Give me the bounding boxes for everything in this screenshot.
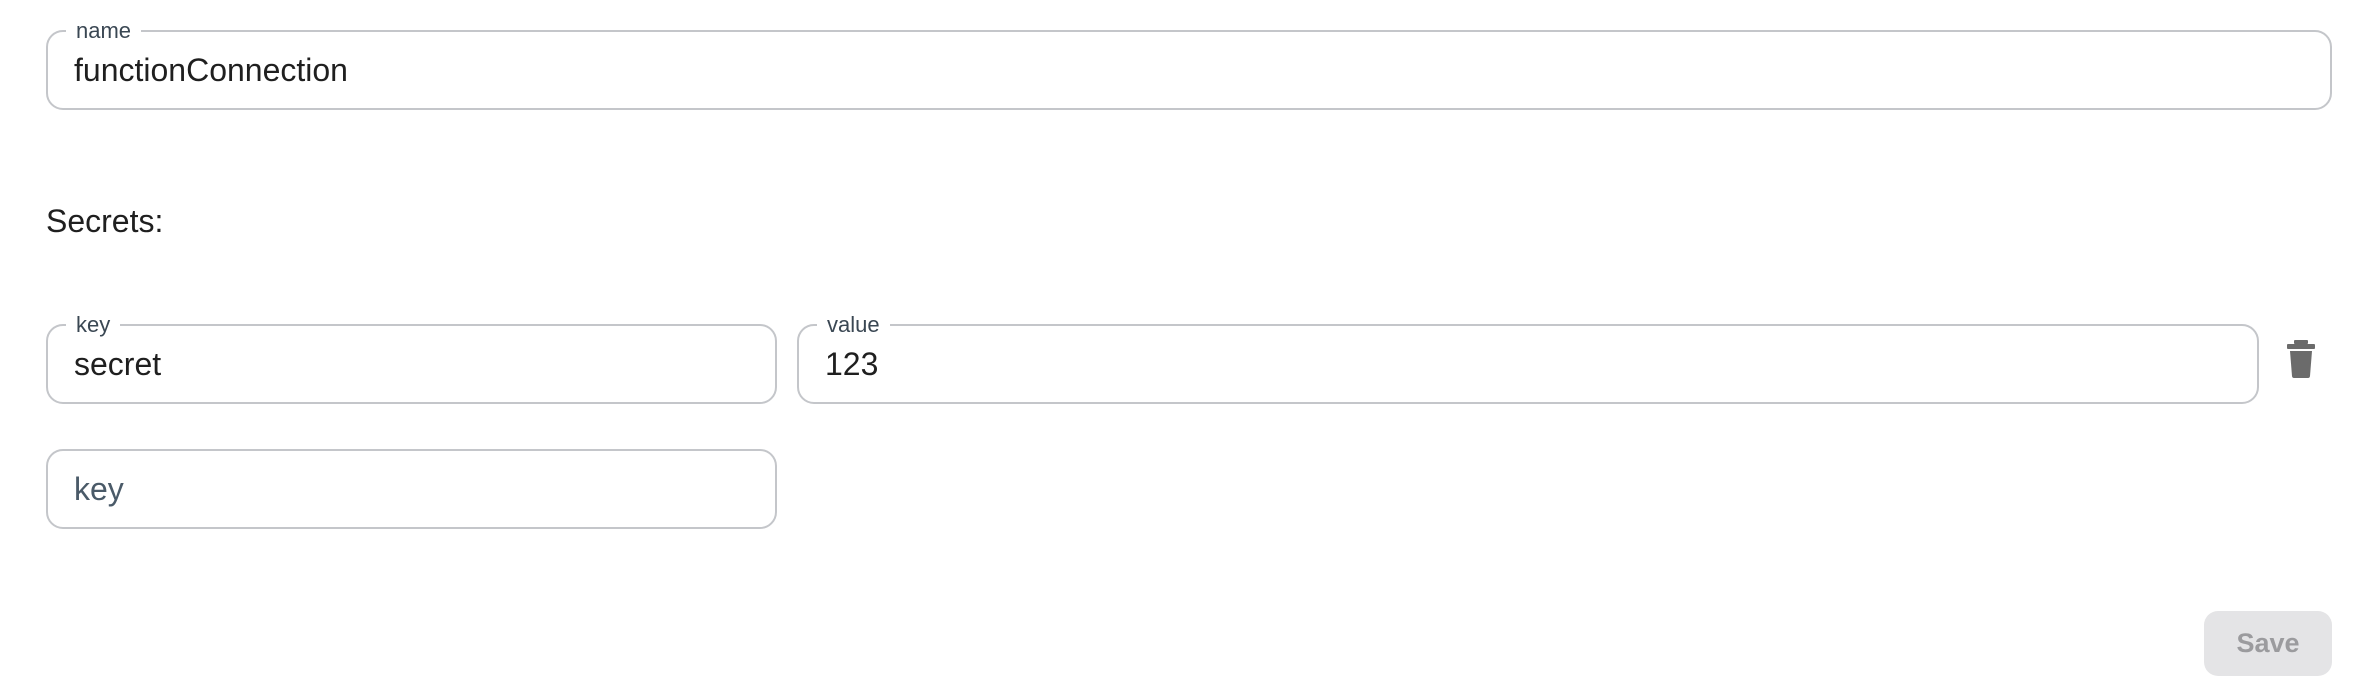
name-field-value: functionConnection [74,51,348,88]
new-secret-key-input[interactable]: key [46,449,777,529]
secret-value-field[interactable]: value 123 [797,312,2259,404]
new-secret-key-placeholder: key [74,470,124,507]
secret-key-value: secret [74,345,162,382]
name-field[interactable]: name functionConnection [46,18,2332,110]
connection-form: name functionConnection Secrets: key sec… [0,0,2380,690]
secrets-heading: Secrets: [46,203,164,239]
secret-value-value: 123 [825,345,879,382]
save-button[interactable]: Save [2204,611,2332,676]
trash-icon[interactable] [2284,340,2318,378]
secret-key-field[interactable]: key secret [46,312,777,404]
